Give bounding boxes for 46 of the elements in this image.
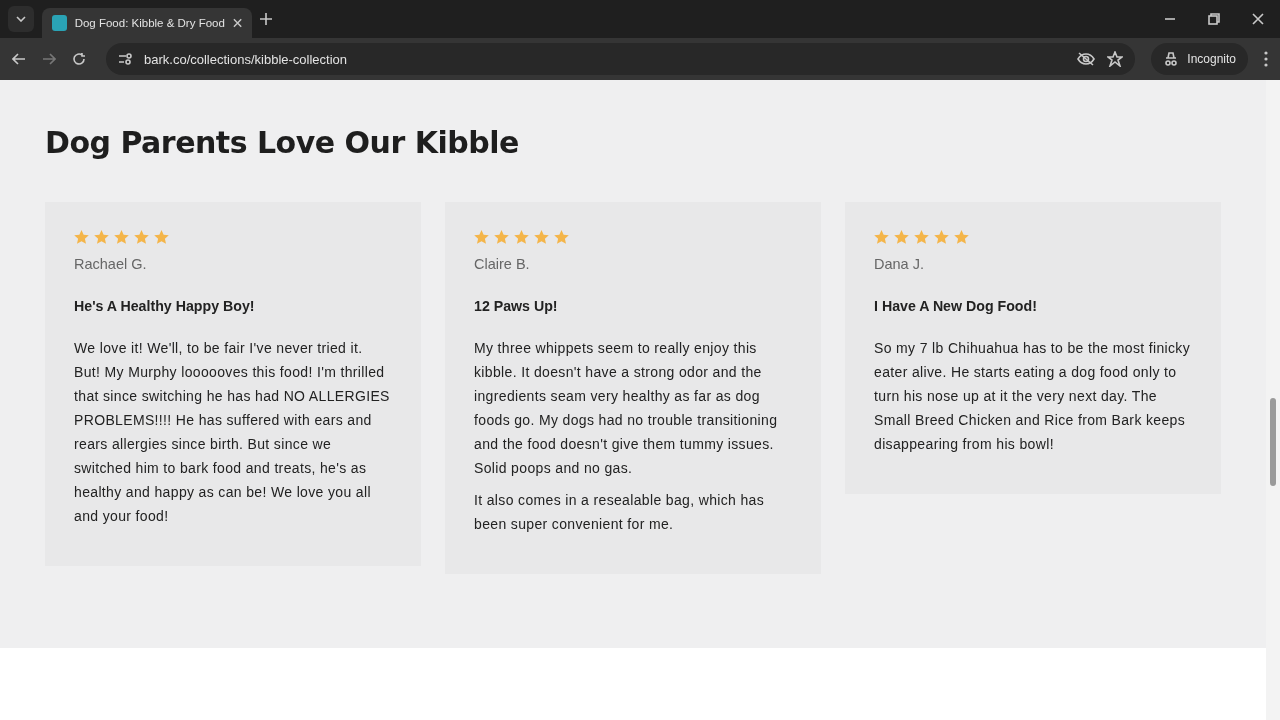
review-title: 12 Paws Up!	[474, 298, 559, 314]
star-icon	[494, 230, 509, 244]
star-icon	[914, 230, 929, 244]
tab-title: Dog Food: Kibble & Dry Food	[74, 17, 225, 29]
star-icon	[554, 230, 569, 244]
new-tab-icon[interactable]	[260, 13, 272, 25]
review-text: My three whippets seem to really enjoy this kibble. It doesn't have a strong odor and the ingredients seam very healthy as far as dog foods go. My dogs had no trouble transitioning and the food doesn't give them tummy issues. Solid poops and no gas.	[474, 339, 779, 478]
star-icon	[74, 230, 89, 244]
star-icon	[514, 230, 529, 244]
star-icon	[94, 230, 109, 244]
chevron-down-icon	[16, 16, 26, 22]
review-text: We love it! We'll, to be fair I've never tried it. But! My Murphy loooooves this food! I'm thrilled that since switching he has had NO ALLERGIES PROBLEMS!!!! He has suffered with ears and rears allergies since birth. But since we switched him to bark food and treats, he's as healthy and happy as can be! We love you all and your food!	[74, 339, 391, 526]
forward-arrow-icon[interactable]	[42, 53, 56, 65]
star-icon	[114, 230, 129, 244]
close-icon[interactable]	[1252, 13, 1264, 25]
site-favicon-icon	[52, 15, 67, 31]
reviewer-name: Rachael G.	[74, 256, 148, 272]
site-settings-icon[interactable]	[118, 53, 132, 65]
review-title: I Have A New Dog Food!	[874, 298, 1038, 314]
star-icon	[894, 230, 909, 244]
reviewer-name: Claire B.	[474, 256, 531, 272]
star-icon	[934, 230, 949, 244]
star-icon[interactable]	[1107, 51, 1124, 67]
review-text: So my 7 lb Chihuahua has to be the most finicky eater alive. He starts eating a dog food only to turn his nose up at it the very next day. The Small Breed Chicken and Rice from Bark keeps disappearing from his bowl!	[874, 339, 1192, 454]
review-title: He's A Healthy Happy Boy!	[74, 298, 256, 314]
eye-slash-icon[interactable]	[1077, 52, 1096, 66]
star-icon	[134, 230, 149, 244]
more-menu-icon[interactable]	[1264, 51, 1268, 67]
star-icon	[954, 230, 969, 244]
reload-icon[interactable]	[72, 52, 86, 66]
star-icon	[474, 230, 489, 244]
review-text: It also comes in a resealable bag, which has been super convenient for me.	[474, 491, 766, 534]
star-icon	[154, 230, 169, 244]
scrollbar[interactable]	[1266, 80, 1280, 720]
star-icon	[874, 230, 889, 244]
browser-tab[interactable]: Dog Food: Kibble & Dry Food	[42, 8, 252, 38]
reviewer-name: Dana J.	[874, 256, 925, 272]
close-icon[interactable]	[232, 18, 242, 28]
restore-icon[interactable]	[1208, 13, 1220, 25]
section-heading: Dog Parents Love Our Kibble	[45, 125, 520, 160]
incognito-button[interactable]: Incognito	[1151, 43, 1248, 75]
incognito-icon	[1163, 52, 1180, 66]
back-arrow-icon[interactable]	[12, 53, 26, 65]
scroll-thumb[interactable]	[1270, 398, 1276, 486]
star-icon	[534, 230, 549, 244]
tab-list-button[interactable]	[8, 6, 34, 32]
